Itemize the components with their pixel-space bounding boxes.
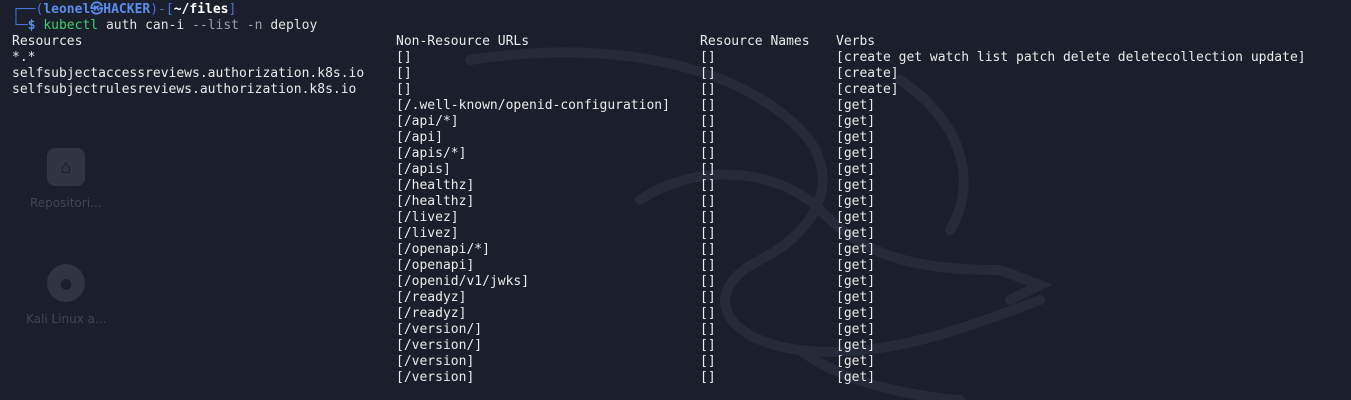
cell-non-resource-url: [] bbox=[396, 50, 412, 65]
cell-non-resource-url: [/api/*] bbox=[396, 114, 459, 129]
cell-verbs: [get] bbox=[836, 162, 876, 177]
cell-verbs: [get] bbox=[836, 242, 876, 257]
terminal-window[interactable]: ┌──(leonel㉿HACKER)-[~/files] └─$ kubectl… bbox=[0, 0, 1351, 400]
prompt-user-host: leonel㉿HACKER bbox=[43, 2, 151, 17]
prompt-dollar: $ bbox=[27, 18, 36, 33]
cell-non-resource-url: [/livez] bbox=[396, 210, 459, 225]
cell-verbs: [create] bbox=[836, 66, 899, 81]
cell-resource-names: [] bbox=[700, 210, 716, 225]
cell-verbs: [create] bbox=[836, 82, 899, 97]
cell-resource: *.* bbox=[12, 50, 36, 65]
cell-non-resource-url: [] bbox=[396, 82, 412, 97]
command-line[interactable]: └─$ kubectl auth can-i --list -n deploy bbox=[12, 18, 317, 34]
cell-non-resource-url: [/readyz] bbox=[396, 290, 467, 305]
cell-non-resource-url: [/version/] bbox=[396, 338, 483, 353]
cell-resource-names: [] bbox=[700, 130, 716, 145]
prompt-box-mid: )-[ bbox=[150, 2, 174, 17]
cell-non-resource-url: [/version] bbox=[396, 370, 475, 385]
cell-resource-names: [] bbox=[700, 226, 716, 241]
cell-verbs: [get] bbox=[836, 258, 876, 273]
cell-verbs: [get] bbox=[836, 226, 876, 241]
cell-non-resource-url: [] bbox=[396, 66, 412, 81]
cell-resource-names: [] bbox=[700, 354, 716, 369]
prompt-box-open: ┌──( bbox=[12, 2, 44, 17]
cell-resource-names: [] bbox=[700, 162, 716, 177]
column-header-resource-names: Resource Names bbox=[700, 34, 810, 49]
prompt-box-bottom: └─ bbox=[12, 18, 28, 33]
cell-verbs: [get] bbox=[836, 274, 876, 289]
column-header-resource: Resources bbox=[12, 34, 83, 49]
cell-verbs: [create get watch list patch delete dele… bbox=[836, 50, 1306, 65]
command-namespace: deploy bbox=[270, 18, 318, 33]
cell-non-resource-url: [/openapi] bbox=[396, 258, 475, 273]
cell-verbs: [get] bbox=[836, 114, 876, 129]
cell-non-resource-url: [/openid/v1/jwks] bbox=[396, 274, 530, 289]
cell-non-resource-url: [/healthz] bbox=[396, 194, 475, 209]
cell-verbs: [get] bbox=[836, 130, 876, 145]
cell-non-resource-url: [/apis] bbox=[396, 162, 451, 177]
cell-resource-names: [] bbox=[700, 306, 716, 321]
cell-verbs: [get] bbox=[836, 98, 876, 113]
cell-resource-names: [] bbox=[700, 322, 716, 337]
cell-verbs: [get] bbox=[836, 146, 876, 161]
cell-non-resource-url: [/api] bbox=[396, 130, 443, 145]
command-flag-list: --list bbox=[192, 18, 240, 33]
cell-verbs: [get] bbox=[836, 290, 876, 305]
prompt-line: ┌──(leonel㉿HACKER)-[~/files] bbox=[12, 2, 236, 18]
cell-non-resource-url: [/livez] bbox=[396, 226, 459, 241]
cell-resource-names: [] bbox=[700, 50, 716, 65]
cell-non-resource-url: [/version] bbox=[396, 354, 475, 369]
cell-resource-names: [] bbox=[700, 338, 716, 353]
column-header-non-resource-url: Non-Resource URLs bbox=[396, 34, 530, 49]
cell-resource-names: [] bbox=[700, 66, 716, 81]
cell-resource-names: [] bbox=[700, 98, 716, 113]
prompt-box-close: ] bbox=[228, 2, 237, 17]
cell-verbs: [get] bbox=[836, 322, 876, 337]
cell-non-resource-url: [/apis/*] bbox=[396, 146, 467, 161]
cell-resource-names: [] bbox=[700, 194, 716, 209]
cell-resource-names: [] bbox=[700, 178, 716, 193]
cell-non-resource-url: [/.well-known/openid-configuration] bbox=[396, 98, 670, 113]
command-args: auth can-i bbox=[105, 18, 185, 33]
cell-verbs: [get] bbox=[836, 306, 876, 321]
cell-verbs: [get] bbox=[836, 210, 876, 225]
cell-resource-names: [] bbox=[700, 114, 716, 129]
cell-verbs: [get] bbox=[836, 178, 876, 193]
command-name: kubectl bbox=[43, 18, 99, 33]
command-flag-namespace: -n bbox=[246, 18, 263, 33]
cell-non-resource-url: [/readyz] bbox=[396, 306, 467, 321]
cell-verbs: [get] bbox=[836, 194, 876, 209]
cell-non-resource-url: [/healthz] bbox=[396, 178, 475, 193]
cell-verbs: [get] bbox=[836, 354, 876, 369]
prompt-path: ~/files bbox=[173, 2, 229, 17]
cell-resource-names: [] bbox=[700, 146, 716, 161]
cell-resource-names: [] bbox=[700, 242, 716, 257]
cell-non-resource-url: [/version/] bbox=[396, 322, 483, 337]
column-header-verbs: Verbs bbox=[836, 34, 876, 49]
cell-non-resource-url: [/openapi/*] bbox=[396, 242, 490, 257]
cell-verbs: [get] bbox=[836, 370, 876, 385]
cell-resource-names: [] bbox=[700, 82, 716, 97]
cell-resource-names: [] bbox=[700, 370, 716, 385]
cell-resource-names: [] bbox=[700, 258, 716, 273]
cell-resource-names: [] bbox=[700, 290, 716, 305]
cell-resource-names: [] bbox=[700, 274, 716, 289]
cell-verbs: [get] bbox=[836, 338, 876, 353]
cell-resource: selfsubjectrulesreviews.authorization.k8… bbox=[12, 82, 357, 97]
cell-resource: selfsubjectaccessreviews.authorization.k… bbox=[12, 66, 365, 81]
